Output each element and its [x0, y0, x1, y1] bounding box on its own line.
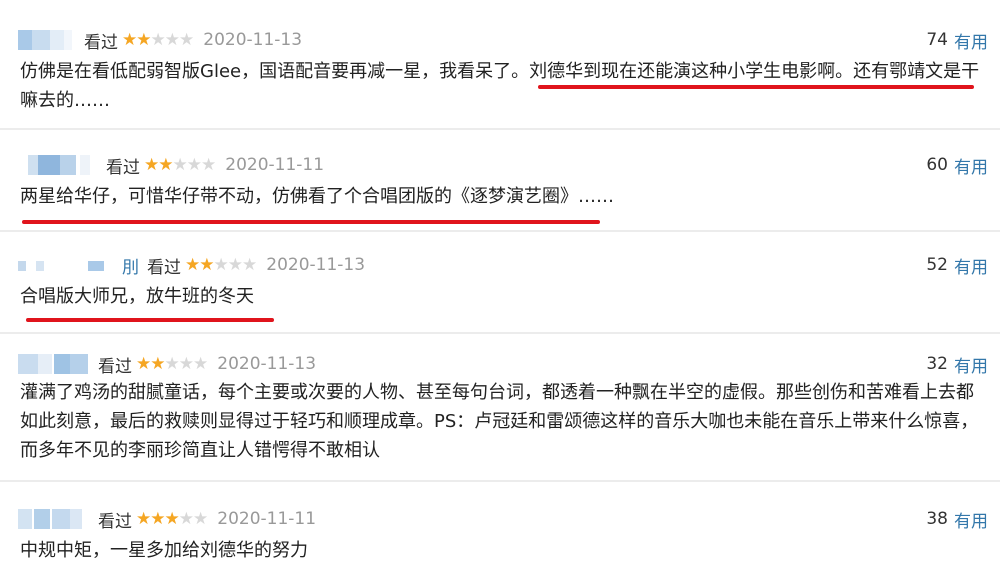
- rating-stars: ★ ★ ★ ★ ★: [144, 154, 216, 175]
- vote-count: 38: [926, 509, 948, 529]
- review-date: 2020-11-11: [225, 155, 325, 175]
- star-filled-icon: ★: [122, 29, 137, 50]
- star-empty-icon: ★: [164, 353, 180, 374]
- star-empty-icon: ★: [172, 154, 188, 175]
- blurred-username[interactable]: [18, 354, 90, 374]
- star-filled-icon: ★: [150, 353, 165, 374]
- star-filled-icon: ★: [150, 508, 165, 529]
- star-filled-icon: ★: [158, 154, 173, 175]
- star-empty-icon: ★: [178, 508, 194, 529]
- blurred-username[interactable]: [18, 255, 114, 275]
- star-filled-icon: ★: [185, 254, 200, 275]
- vote-count: 52: [926, 255, 948, 275]
- vote-count: 60: [926, 155, 948, 175]
- star-empty-icon: ★: [150, 29, 166, 50]
- review-date: 2020-11-13: [217, 354, 317, 374]
- star-filled-icon: ★: [199, 254, 214, 275]
- star-empty-icon: ★: [193, 508, 208, 529]
- review-card: 看过 ★ ★ ★ ★ ★ 2020-11-13 74 有用 仿佛是在看低配弱智版Glee…: [0, 0, 1000, 128]
- review-text: 两星给华仔，可惜华仔带不动，仿佛看了个合唱团版的《逐梦演艺圈》……: [20, 186, 614, 207]
- star-filled-icon: ★: [136, 29, 151, 50]
- star-empty-icon: ★: [227, 254, 243, 275]
- star-filled-icon: ★: [144, 154, 159, 175]
- review-text: 中规中矩，一星多加给刘德华的努力: [20, 540, 308, 561]
- watched-status: 看过: [106, 157, 140, 178]
- star-empty-icon: ★: [213, 254, 229, 275]
- review-card: 看过 ★ ★ ★ ★ ★ 2020-11-13 32 有用 灌满了鸡汤的甜腻童话，每个主…: [0, 334, 1000, 480]
- star-filled-icon: ★: [136, 353, 151, 374]
- blurred-username[interactable]: [18, 509, 90, 529]
- review-date: 2020-11-13: [266, 255, 366, 275]
- star-empty-icon: ★: [186, 154, 202, 175]
- vote-count: 32: [926, 354, 948, 374]
- highlight-underline: [26, 318, 274, 322]
- rating-stars: ★ ★ ★ ★ ★: [136, 508, 208, 529]
- review-date: 2020-11-11: [217, 509, 317, 529]
- watched-status: 看过: [84, 32, 118, 53]
- vote-count: 74: [926, 30, 948, 50]
- star-empty-icon: ★: [179, 29, 194, 50]
- star-filled-icon: ★: [164, 508, 180, 529]
- useful-button[interactable]: 有用: [954, 507, 988, 532]
- username-fragment[interactable]: 刖: [122, 253, 139, 278]
- highlight-underline: [538, 85, 974, 89]
- watched-status: 看过: [98, 356, 132, 377]
- review-card: 看过 ★ ★ ★ ★ ★ 2020-11-11 38 有用 中规中矩，一星多加给刘德华的…: [0, 482, 1000, 568]
- review-text: 合唱版大师兄，放牛班的冬天: [20, 286, 254, 307]
- star-filled-icon: ★: [136, 508, 151, 529]
- review-card: 刖 看过 ★ ★ ★ ★ ★ 2020-11-13 52 有用 合唱版大师兄，放牛班的冬…: [0, 232, 1000, 332]
- blurred-username[interactable]: [18, 30, 76, 50]
- useful-button[interactable]: 有用: [954, 153, 988, 178]
- review-date: 2020-11-13: [203, 30, 303, 50]
- star-empty-icon: ★: [164, 29, 180, 50]
- star-empty-icon: ★: [178, 353, 194, 374]
- useful-button[interactable]: 有用: [954, 352, 988, 377]
- highlight-underline: [22, 220, 600, 224]
- rating-stars: ★ ★ ★ ★ ★: [136, 353, 208, 374]
- star-empty-icon: ★: [201, 154, 216, 175]
- watched-status: 看过: [147, 257, 181, 278]
- review-card: 看过 ★ ★ ★ ★ ★ 2020-11-11 60 有用 两星给华仔，可惜华仔带不动，…: [0, 130, 1000, 230]
- rating-stars: ★ ★ ★ ★ ★: [122, 29, 194, 50]
- useful-button[interactable]: 有用: [954, 253, 988, 278]
- review-text: 灌满了鸡汤的甜腻童话，每个主要或次要的人物、甚至每句台词，都透着一种飘在半空的虚…: [20, 382, 979, 461]
- review-list: 看过 ★ ★ ★ ★ ★ 2020-11-13 74 有用 仿佛是在看低配弱智版Glee…: [0, 0, 1000, 568]
- useful-button[interactable]: 有用: [954, 28, 988, 53]
- watched-status: 看过: [98, 511, 132, 532]
- rating-stars: ★ ★ ★ ★ ★: [185, 254, 257, 275]
- star-empty-icon: ★: [242, 254, 257, 275]
- star-empty-icon: ★: [193, 353, 208, 374]
- blurred-username[interactable]: [28, 155, 98, 175]
